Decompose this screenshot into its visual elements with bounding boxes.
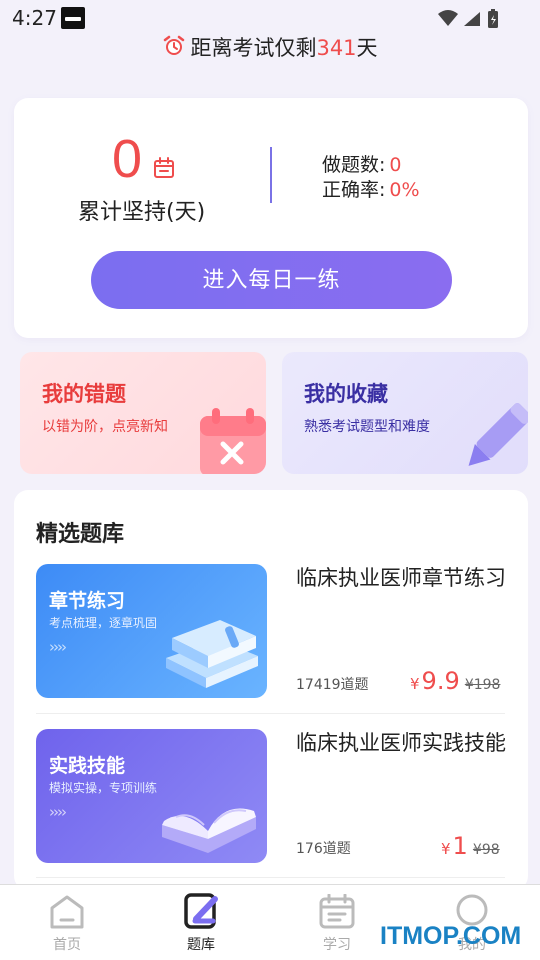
tab-question-bank[interactable]: 题库 bbox=[151, 885, 251, 960]
banner-title: 章节练习 bbox=[49, 590, 126, 612]
price-value: 1 bbox=[452, 832, 468, 860]
chevrons-icon: ›››› bbox=[49, 803, 67, 821]
pencil-icon bbox=[468, 403, 528, 466]
accuracy-row: 正确率: 0% bbox=[322, 175, 420, 202]
wifi-signal-battery-icon bbox=[438, 9, 498, 28]
list-divider bbox=[36, 877, 505, 878]
current-price: ¥9.9 bbox=[410, 667, 460, 695]
favorites-subtitle: 熟悉考试题型和难度 bbox=[304, 419, 430, 435]
currency-symbol: ¥ bbox=[441, 840, 451, 858]
chapter-practice-banner[interactable]: 章节练习 考点梳理，逐章巩固 ›››› bbox=[36, 564, 267, 698]
favorites-card[interactable]: 我的收藏 熟悉考试题型和难度 bbox=[282, 352, 528, 474]
countdown-days: 341 bbox=[316, 36, 357, 60]
tab-home[interactable]: 首页 bbox=[17, 885, 117, 960]
book-stack-icon bbox=[166, 620, 258, 688]
stats-divider bbox=[270, 147, 272, 203]
done-count-label: 做题数: bbox=[322, 154, 386, 176]
banner-subtitle: 模拟实操，专项训练 bbox=[49, 781, 158, 795]
countdown-suffix: 天 bbox=[356, 36, 378, 60]
calendar-icon bbox=[154, 157, 174, 178]
section-title: 精选题库 bbox=[36, 522, 125, 547]
product-title[interactable]: 临床执业医师实践技能 bbox=[296, 728, 511, 758]
done-count-value: 0 bbox=[389, 154, 402, 176]
done-count-row: 做题数: 0 bbox=[322, 150, 402, 177]
open-book-icon bbox=[162, 808, 256, 853]
favorites-title: 我的收藏 bbox=[304, 382, 388, 406]
original-price: ¥198 bbox=[464, 677, 501, 693]
alarm-clock-icon bbox=[164, 35, 185, 55]
wrong-calendar-icon bbox=[200, 408, 266, 474]
accuracy-value: 0% bbox=[389, 179, 420, 201]
product-title[interactable]: 临床执业医师章节练习 bbox=[296, 563, 511, 593]
wrong-questions-subtitle: 以错为阶，点亮新知 bbox=[42, 419, 168, 435]
status-bar: 4:27 bbox=[0, 0, 540, 36]
tab-label: 首页 bbox=[53, 937, 81, 953]
tab-label: 学习 bbox=[323, 937, 351, 953]
question-count: 17419道题 bbox=[296, 677, 369, 693]
tab-label: 题库 bbox=[187, 937, 215, 953]
tab-study[interactable]: 学习 bbox=[287, 885, 387, 960]
watermark-text: ITMOP.COM bbox=[380, 922, 522, 950]
question-bank-icon bbox=[184, 893, 218, 929]
exam-countdown: 距离考试仅剩341天 bbox=[0, 32, 540, 62]
status-time: 4:27 bbox=[12, 6, 57, 30]
chevrons-icon: ›››› bbox=[49, 638, 67, 656]
accuracy-label: 正确率: bbox=[322, 179, 386, 201]
system-icons bbox=[436, 8, 500, 34]
current-price: ¥1 bbox=[441, 832, 468, 860]
price-row: ¥9.9 ¥198 bbox=[410, 667, 500, 695]
currency-symbol: ¥ bbox=[410, 675, 420, 693]
price-row: ¥1 ¥98 bbox=[441, 832, 500, 860]
wrong-questions-card[interactable]: 我的错题 以错为阶，点亮新知 bbox=[20, 352, 266, 474]
list-divider bbox=[36, 713, 505, 714]
banner-title: 实践技能 bbox=[49, 755, 126, 777]
daily-practice-button[interactable]: 进入每日一练 bbox=[91, 251, 452, 309]
calendar-icon bbox=[319, 894, 355, 929]
question-count: 176道题 bbox=[296, 841, 351, 857]
countdown-prefix: 距离考试仅剩 bbox=[190, 36, 317, 60]
notification-icon bbox=[61, 7, 85, 29]
banner-subtitle: 考点梳理，逐章巩固 bbox=[49, 616, 158, 630]
wrong-questions-title: 我的错题 bbox=[42, 382, 126, 406]
price-value: 9.9 bbox=[421, 667, 460, 695]
streak-days-label: 累计坚持(天) bbox=[78, 200, 206, 225]
streak-days-value: 0 bbox=[112, 129, 143, 189]
original-price: ¥98 bbox=[472, 842, 500, 858]
practical-skills-banner[interactable]: 实践技能 模拟实操，专项训练 ›››› bbox=[36, 729, 267, 863]
home-icon bbox=[50, 895, 84, 929]
